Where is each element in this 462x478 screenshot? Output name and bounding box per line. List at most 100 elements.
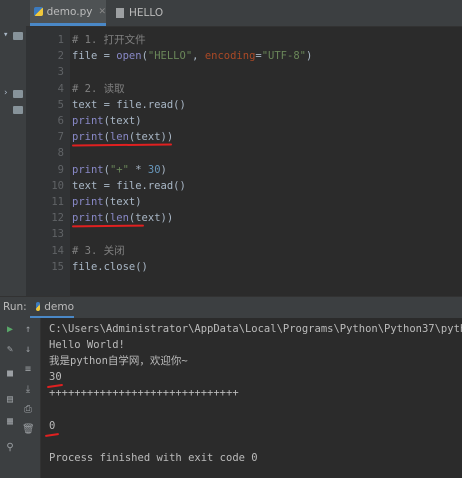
code-token: ,	[192, 50, 205, 63]
line-number: 11	[51, 196, 64, 208]
line-number: 4	[57, 82, 64, 95]
code-editor[interactable]: # 1. 打开文件 file = open("HELLO", encoding="…	[71, 27, 462, 296]
code-token: (text)	[103, 115, 142, 127]
code-token: # 3. 关闭	[72, 244, 125, 257]
console-line: 30	[49, 371, 62, 384]
line-number: 8	[57, 147, 64, 160]
line-number: 9	[57, 163, 64, 176]
code-token: encoding	[204, 50, 256, 63]
stop-icon[interactable]: ■	[4, 368, 16, 380]
python-file-icon	[36, 302, 41, 311]
code-token: )	[160, 163, 167, 176]
line-number: 2	[57, 50, 64, 63]
code-token: (text)	[103, 196, 142, 208]
code-token: len	[109, 212, 129, 225]
line-number: 7	[57, 131, 64, 144]
red-underline-annotation	[71, 224, 145, 228]
line-number: 12	[51, 212, 64, 225]
up-arrow-icon[interactable]: ↑	[22, 324, 34, 336]
run-console[interactable]: C:\Users\Administrator\AppData\Local\Pro…	[41, 318, 462, 478]
red-underline-annotation	[71, 143, 173, 147]
print-icon[interactable]: ⎙	[22, 404, 34, 416]
line-number: 1	[57, 34, 64, 46]
line-number: 5	[57, 98, 64, 111]
code-token: print	[72, 163, 104, 176]
code-token: file.close()	[72, 260, 148, 273]
code-token: print	[72, 131, 104, 144]
tab-label: HELLO	[129, 7, 164, 19]
code-line: file = open("HELLO", encoding="UTF-8")	[72, 48, 312, 64]
run-label: Run:	[3, 301, 27, 313]
tab-label: demo.py	[46, 5, 93, 18]
code-token: # 2. 读取	[72, 82, 125, 95]
code-line: print(text)	[72, 113, 142, 129]
tab-hello[interactable]: HELLO	[112, 0, 176, 26]
code-token: *	[128, 163, 148, 176]
tab-demo-py[interactable]: demo.py ✕	[30, 0, 106, 26]
close-icon[interactable]: ✕	[98, 7, 106, 17]
code-line: # 2. 读取	[72, 81, 125, 97]
code-line: # 3. 关闭	[72, 243, 125, 259]
folder-icon	[13, 32, 23, 40]
code-token: print	[72, 115, 104, 127]
line-number: 10	[51, 179, 64, 192]
code-token: print	[72, 212, 104, 225]
pin-icon[interactable]: ⚲	[4, 442, 16, 454]
scroll-to-end-icon[interactable]: ⤓	[22, 384, 34, 396]
code-token: (text))	[128, 131, 174, 144]
line-number: 13	[51, 228, 64, 241]
expand-arrow-icon[interactable]: ›	[3, 88, 8, 98]
code-token: (text))	[128, 212, 174, 225]
line-number: 3	[57, 66, 64, 79]
code-token: "HELLO"	[147, 50, 193, 63]
code-token: text = file.read()	[72, 98, 186, 111]
line-number: 15	[51, 260, 64, 273]
console-line: 我是python自学网，欢迎你~	[49, 355, 188, 368]
code-line: text = file.read()	[72, 97, 186, 113]
code-token: )	[305, 50, 313, 63]
code-line: print(len(text))	[72, 210, 173, 226]
run-console-toolbar: ↑ ↓ ≡ ⤓ ⎙ 🗑	[18, 318, 41, 478]
python-file-icon	[34, 7, 43, 16]
collapse-arrow-icon[interactable]: ▾	[3, 30, 8, 40]
run-tool-header: Run: demo	[0, 296, 462, 319]
code-token: 30	[147, 163, 161, 176]
code-line: file.close()	[72, 259, 148, 275]
code-line: print(text)	[72, 194, 142, 210]
console-line: 0	[49, 419, 56, 432]
line-number: 14	[51, 244, 64, 257]
code-token: open	[116, 50, 142, 63]
soft-wrap-icon[interactable]: ≡	[22, 364, 34, 376]
code-line: text = file.read()	[72, 178, 186, 194]
run-left-toolbar: ▶ ✎ ■ ▤ ▦ ⚲	[0, 318, 18, 478]
line-number: 6	[57, 115, 64, 127]
console-line: Hello World!	[49, 339, 125, 352]
code-token: # 1. 打开文件	[72, 34, 146, 46]
scratches-icon	[13, 106, 23, 114]
run-tab-demo[interactable]: demo	[30, 297, 74, 319]
restore-layout-icon[interactable]: ▤	[4, 394, 16, 406]
project-panel: ▾ ›	[0, 0, 26, 296]
console-line: ++++++++++++++++++++++++++++++	[49, 387, 239, 400]
settings-icon[interactable]: ▦	[4, 416, 16, 428]
library-icon	[13, 90, 23, 98]
code-line: # 1. 打开文件	[72, 32, 146, 48]
console-line: C:\Users\Administrator\AppData\Local\Pro…	[49, 323, 462, 335]
red-underline-annotation	[44, 432, 60, 437]
text-file-icon	[116, 8, 124, 18]
editor-tab-bar: demo.py ✕ HELLO	[26, 0, 462, 27]
code-token: len	[109, 131, 129, 144]
code-line: print("+" * 30)	[72, 162, 167, 178]
code-token: "UTF-8"	[261, 50, 306, 63]
code-token: file =	[72, 50, 117, 63]
down-arrow-icon[interactable]: ↓	[22, 344, 34, 356]
code-token: print	[72, 196, 104, 208]
rerun-icon[interactable]: ▶	[4, 324, 16, 336]
code-token: "+"	[109, 163, 129, 176]
run-tab-label: demo	[44, 300, 74, 313]
line-number-gutter: 1 2 3 4 5 6 7 8 9 10 11 12 13 14 15	[26, 27, 70, 296]
trash-icon[interactable]: 🗑	[22, 424, 35, 436]
code-token: text = file.read()	[72, 179, 186, 192]
wrench-icon[interactable]: ✎	[4, 344, 16, 356]
console-line: Process finished with exit code 0	[49, 451, 258, 464]
